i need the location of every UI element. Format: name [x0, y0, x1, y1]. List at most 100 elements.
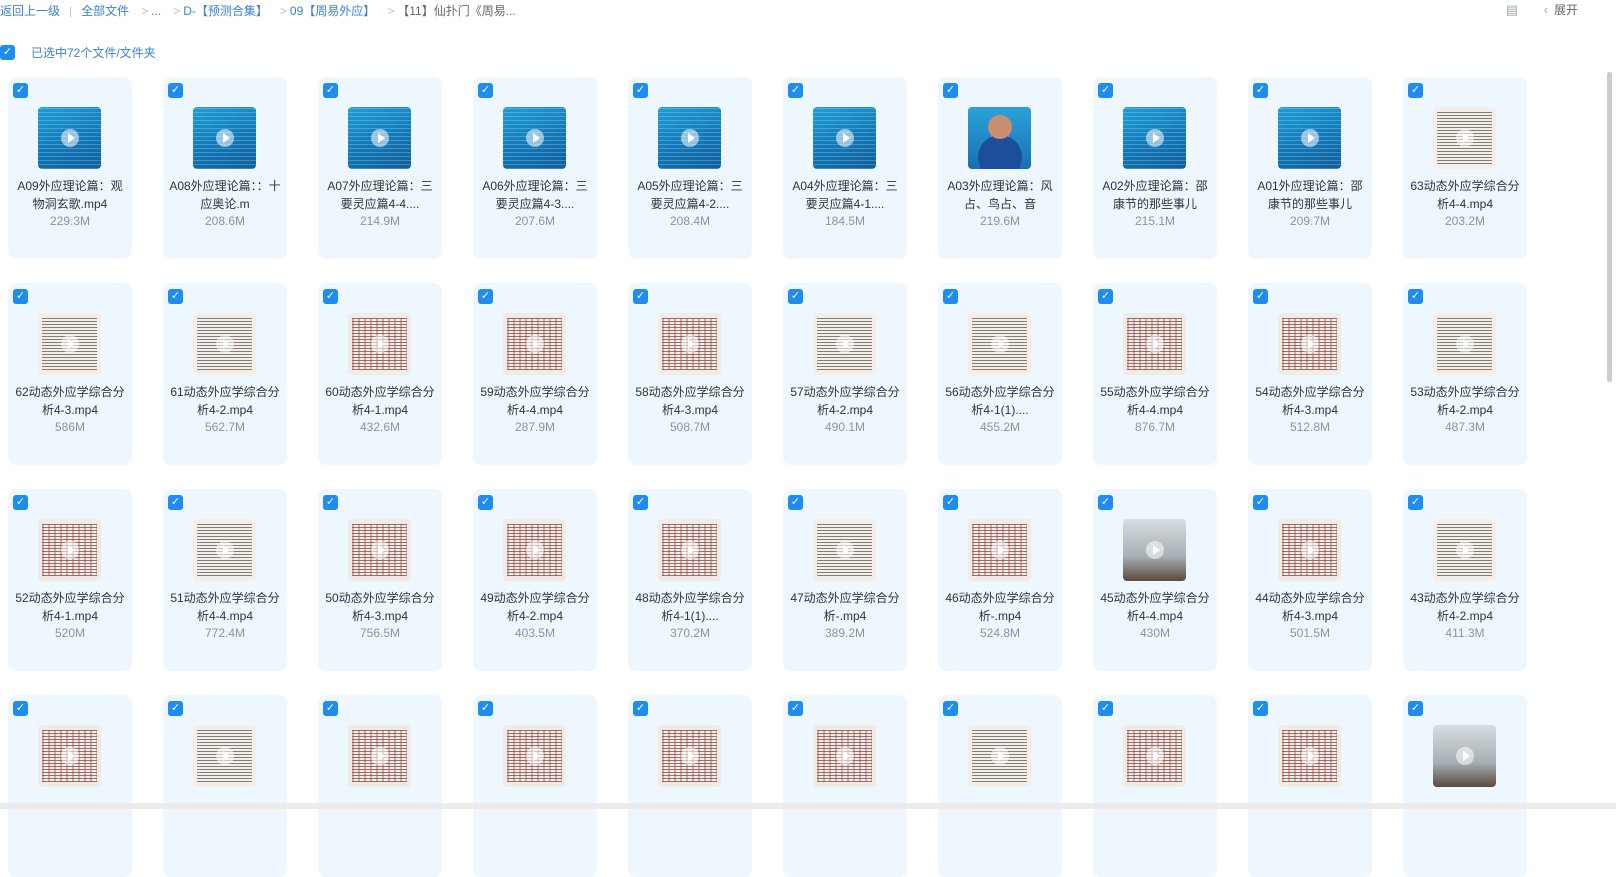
file-checkbox[interactable]: ✓ [168, 83, 183, 98]
file-name[interactable] [14, 795, 126, 831]
video-thumbnail[interactable] [348, 519, 411, 581]
file-card[interactable]: ✓ 58动态外应学综合分析4-3.mp4 508.7M [628, 283, 752, 465]
video-thumbnail[interactable] [1123, 313, 1186, 375]
video-thumbnail[interactable] [658, 519, 721, 581]
file-card[interactable]: ✓ [473, 695, 597, 877]
file-name[interactable]: A05外应理论篇：三要灵应篇4-2.... [634, 177, 746, 213]
file-name[interactable]: 48动态外应学综合分析4-1(1).... [634, 589, 746, 625]
file-checkbox[interactable]: ✓ [168, 701, 183, 716]
video-thumbnail[interactable] [503, 519, 566, 581]
file-card[interactable]: ✓ [1403, 695, 1527, 877]
file-card[interactable]: ✓ A03外应理论篇：风占、鸟占、音 219.6M [938, 77, 1062, 259]
video-thumbnail[interactable] [813, 313, 876, 375]
video-thumbnail[interactable] [503, 313, 566, 375]
file-checkbox[interactable]: ✓ [943, 701, 958, 716]
file-name[interactable]: 51动态外应学综合分析4-4.mp4 [169, 589, 281, 625]
file-name[interactable] [479, 795, 591, 831]
file-name[interactable]: 58动态外应学综合分析4-3.mp4 [634, 383, 746, 419]
file-checkbox[interactable]: ✓ [788, 289, 803, 304]
file-checkbox[interactable]: ✓ [943, 83, 958, 98]
file-card[interactable]: ✓ [318, 695, 442, 877]
file-checkbox[interactable]: ✓ [13, 289, 28, 304]
file-checkbox[interactable]: ✓ [478, 289, 493, 304]
file-checkbox[interactable]: ✓ [1098, 495, 1113, 510]
file-name[interactable]: A06外应理论篇：三要灵应篇4-3.... [479, 177, 591, 213]
video-thumbnail[interactable] [348, 107, 411, 169]
file-checkbox[interactable]: ✓ [1408, 83, 1423, 98]
video-thumbnail[interactable] [658, 725, 721, 787]
file-card[interactable]: ✓ 55动态外应学综合分析4-4.mp4 876.7M [1093, 283, 1217, 465]
file-name[interactable]: A08外应理论篇：：十应奥论.m [169, 177, 281, 213]
file-checkbox[interactable]: ✓ [323, 495, 338, 510]
video-thumbnail[interactable] [1123, 519, 1186, 581]
file-checkbox[interactable]: ✓ [1408, 701, 1423, 716]
file-name[interactable] [789, 795, 901, 831]
horizontal-scrollbar[interactable] [0, 803, 1616, 809]
file-card[interactable]: ✓ 52动态外应学综合分析4-1.mp4 520M [8, 489, 132, 671]
file-name[interactable]: 55动态外应学综合分析4-4.mp4 [1099, 383, 1211, 419]
file-card[interactable]: ✓ 53动态外应学综合分析4-2.mp4 487.3M [1403, 283, 1527, 465]
file-name[interactable]: A07外应理论篇：三要灵应篇4-4.... [324, 177, 436, 213]
file-checkbox[interactable]: ✓ [1408, 495, 1423, 510]
file-card[interactable]: ✓ A07外应理论篇：三要灵应篇4-4.... 214.9M [318, 77, 442, 259]
file-card[interactable]: ✓ A04外应理论篇：三要灵应篇4-1.... 184.5M [783, 77, 907, 259]
file-checkbox[interactable]: ✓ [788, 701, 803, 716]
file-checkbox[interactable]: ✓ [943, 495, 958, 510]
file-card[interactable]: ✓ 47动态外应学综合分析-.mp4 389.2M [783, 489, 907, 671]
file-checkbox[interactable]: ✓ [168, 289, 183, 304]
file-checkbox[interactable]: ✓ [478, 83, 493, 98]
file-checkbox[interactable]: ✓ [1098, 701, 1113, 716]
video-thumbnail[interactable] [1433, 519, 1496, 581]
video-thumbnail[interactable] [1278, 725, 1341, 787]
file-checkbox[interactable]: ✓ [1253, 289, 1268, 304]
file-card[interactable]: ✓ 50动态外应学综合分析4-3.mp4 756.5M [318, 489, 442, 671]
file-name[interactable] [324, 795, 436, 831]
file-name[interactable]: 63动态外应学综合分析4-4.mp4 [1409, 177, 1521, 213]
file-card[interactable]: ✓ A08外应理论篇：：十应奥论.m 208.6M [163, 77, 287, 259]
chevron-left-icon[interactable]: ‹ [1544, 3, 1548, 17]
file-card[interactable]: ✓ [1093, 695, 1217, 877]
video-thumbnail[interactable] [348, 313, 411, 375]
list-view-icon[interactable]: ▤ [1506, 2, 1518, 18]
file-card[interactable]: ✓ [8, 695, 132, 877]
file-name[interactable] [1099, 795, 1211, 831]
file-name[interactable] [169, 795, 281, 831]
file-checkbox[interactable]: ✓ [323, 289, 338, 304]
video-thumbnail[interactable] [193, 313, 256, 375]
vertical-scrollbar[interactable] [1607, 72, 1612, 382]
file-name[interactable]: A04外应理论篇：三要灵应篇4-1.... [789, 177, 901, 213]
file-card[interactable]: ✓ A06外应理论篇：三要灵应篇4-3.... 207.6M [473, 77, 597, 259]
file-card[interactable]: ✓ A02外应理论篇：邵康节的那些事儿 215.1M [1093, 77, 1217, 259]
file-card[interactable]: ✓ 51动态外应学综合分析4-4.mp4 772.4M [163, 489, 287, 671]
file-checkbox[interactable]: ✓ [1253, 495, 1268, 510]
video-thumbnail[interactable] [1278, 519, 1341, 581]
file-card[interactable]: ✓ 54动态外应学综合分析4-3.mp4 512.8M [1248, 283, 1372, 465]
file-name[interactable]: 53动态外应学综合分析4-2.mp4 [1409, 383, 1521, 419]
file-checkbox[interactable]: ✓ [633, 289, 648, 304]
file-checkbox[interactable]: ✓ [13, 701, 28, 716]
back-link[interactable]: 返回上一级 [0, 2, 60, 19]
breadcrumb-item-prediction[interactable]: D-【预测合集】 [183, 2, 268, 19]
file-name[interactable]: 47动态外应学综合分析-.mp4 [789, 589, 901, 625]
breadcrumb-ellipsis[interactable]: ... [151, 4, 161, 18]
file-card[interactable]: ✓ [1248, 695, 1372, 877]
file-name[interactable]: 62动态外应学综合分析4-3.mp4 [14, 383, 126, 419]
file-card[interactable]: ✓ 46动态外应学综合分析-.mp4 524.8M [938, 489, 1062, 671]
file-name[interactable]: 44动态外应学综合分析4-3.mp4 [1254, 589, 1366, 625]
file-name[interactable]: A03外应理论篇：风占、鸟占、音 [944, 177, 1056, 213]
file-name[interactable]: 52动态外应学综合分析4-1.mp4 [14, 589, 126, 625]
video-thumbnail[interactable] [1433, 725, 1496, 787]
file-checkbox[interactable]: ✓ [13, 83, 28, 98]
file-checkbox[interactable]: ✓ [1408, 289, 1423, 304]
file-name[interactable] [634, 795, 746, 831]
file-card[interactable]: ✓ 56动态外应学综合分析4-1(1).... 455.2M [938, 283, 1062, 465]
file-card[interactable]: ✓ A05外应理论篇：三要灵应篇4-2.... 208.4M [628, 77, 752, 259]
file-name[interactable]: A01外应理论篇：邵康节的那些事儿 [1254, 177, 1366, 213]
file-checkbox[interactable]: ✓ [943, 289, 958, 304]
file-card[interactable]: ✓ [163, 695, 287, 877]
video-thumbnail[interactable] [193, 725, 256, 787]
video-thumbnail[interactable] [503, 725, 566, 787]
file-name[interactable] [944, 795, 1056, 831]
file-checkbox[interactable]: ✓ [1253, 701, 1268, 716]
file-card[interactable]: ✓ 57动态外应学综合分析4-2.mp4 490.1M [783, 283, 907, 465]
